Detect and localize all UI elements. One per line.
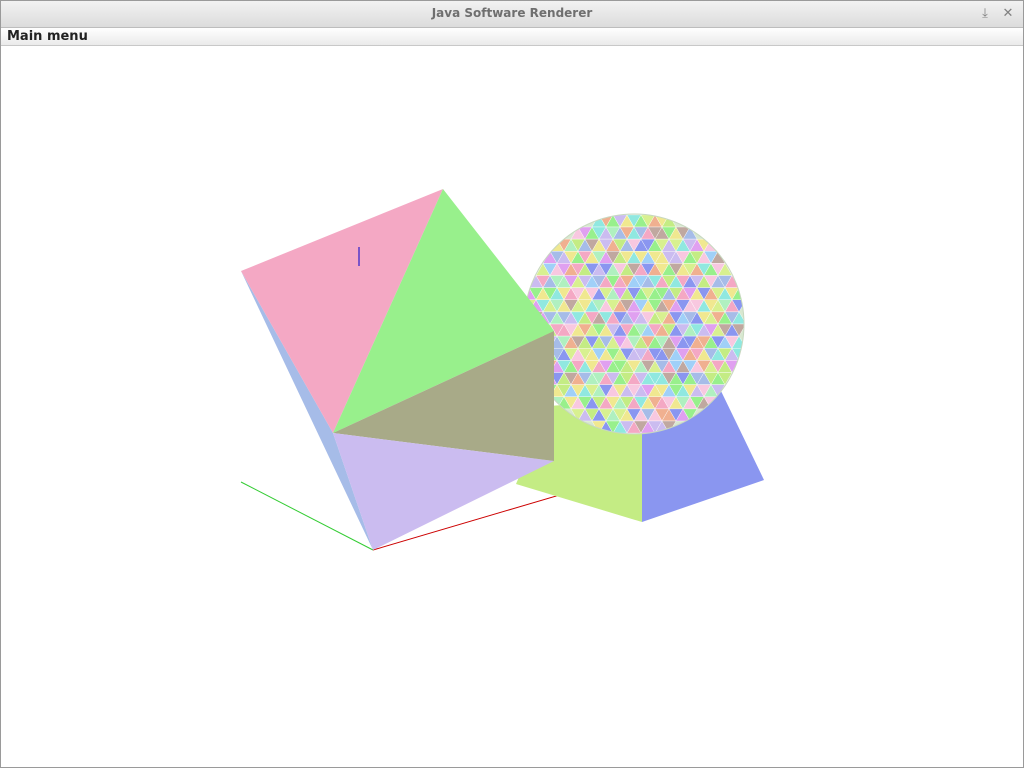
octahedron <box>241 189 554 550</box>
window-title: Java Software Renderer <box>431 6 593 20</box>
download-arrow-icon[interactable]: ⤓ <box>976 5 994 23</box>
menu-bar: Main menu <box>1 28 1023 46</box>
title-bar[interactable]: Java Software Renderer ⤓ ✕ <box>1 1 1023 28</box>
close-icon[interactable]: ✕ <box>999 5 1017 23</box>
main-menu[interactable]: Main menu <box>7 28 88 45</box>
app-window: Java Software Renderer ⤓ ✕ Main menu <box>0 0 1024 768</box>
render-canvas <box>240 189 764 551</box>
